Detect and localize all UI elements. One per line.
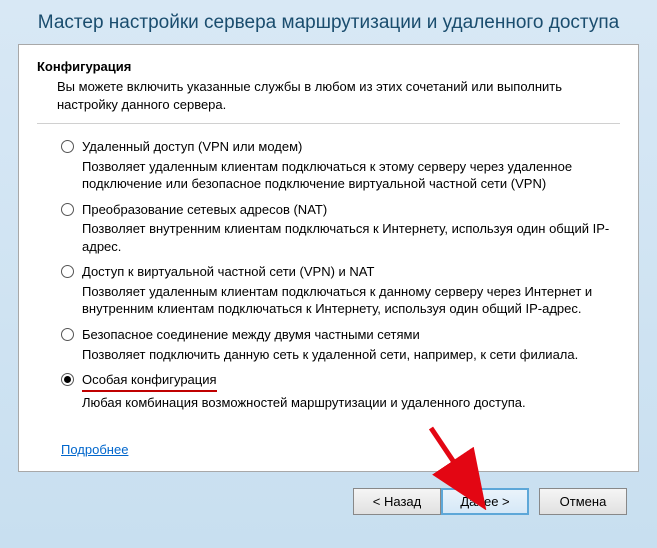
- option-desc: Позволяет внутренним клиентам подключать…: [82, 220, 620, 255]
- wizard-title: Мастер настройки сервера маршрутизации и…: [4, 4, 653, 40]
- radio-custom-config[interactable]: [61, 373, 74, 386]
- option-desc: Позволяет подключить данную сеть к удале…: [82, 346, 620, 364]
- more-info-link[interactable]: Подробнее: [61, 442, 128, 457]
- option-nat[interactable]: Преобразование сетевых адресов (NAT) Поз…: [61, 201, 620, 256]
- option-vpn-modem[interactable]: Удаленный доступ (VPN или модем) Позволя…: [61, 138, 620, 193]
- option-label: Преобразование сетевых адресов (NAT): [82, 201, 327, 219]
- section-heading: Конфигурация: [37, 59, 620, 74]
- option-label: Особая конфигурация: [82, 371, 217, 392]
- section-description: Вы можете включить указанные службы в лю…: [57, 78, 620, 113]
- options-group: Удаленный доступ (VPN или модем) Позволя…: [61, 138, 620, 411]
- back-button[interactable]: < Назад: [353, 488, 441, 515]
- nav-button-group: < Назад Далее >: [353, 488, 529, 515]
- option-desc: Любая комбинация возможностей маршрутиза…: [82, 394, 620, 412]
- radio-vpn-modem[interactable]: [61, 140, 74, 153]
- option-secure-connection[interactable]: Безопасное соединение между двумя частны…: [61, 326, 620, 363]
- option-custom-config[interactable]: Особая конфигурация Любая комбинация воз…: [61, 371, 620, 411]
- radio-secure-connection[interactable]: [61, 328, 74, 341]
- radio-nat[interactable]: [61, 203, 74, 216]
- next-button[interactable]: Далее >: [441, 488, 529, 515]
- wizard-window: Мастер настройки сервера маршрутизации и…: [0, 0, 657, 548]
- button-bar: < Назад Далее > Отмена: [4, 482, 653, 515]
- config-panel: Конфигурация Вы можете включить указанны…: [18, 44, 639, 472]
- cancel-button[interactable]: Отмена: [539, 488, 627, 515]
- divider: [37, 123, 620, 124]
- option-desc: Позволяет удаленным клиентам подключатьс…: [82, 283, 620, 318]
- option-vpn-nat[interactable]: Доступ к виртуальной частной сети (VPN) …: [61, 263, 620, 318]
- option-label: Удаленный доступ (VPN или модем): [82, 138, 302, 156]
- option-label: Доступ к виртуальной частной сети (VPN) …: [82, 263, 374, 281]
- option-label: Безопасное соединение между двумя частны…: [82, 326, 420, 344]
- radio-vpn-nat[interactable]: [61, 265, 74, 278]
- option-desc: Позволяет удаленным клиентам подключатьс…: [82, 158, 620, 193]
